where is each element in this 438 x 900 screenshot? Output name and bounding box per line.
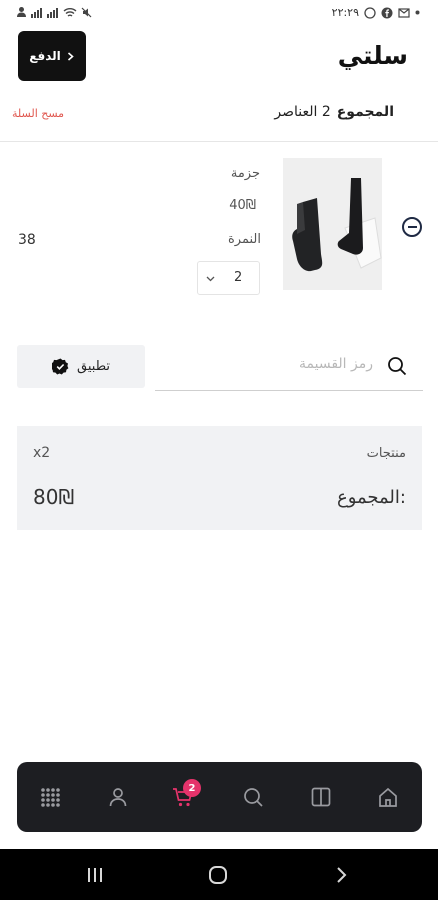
products-count: x2: [33, 445, 51, 461]
order-totals-card: منتجات x2 المجموع: 80₪: [17, 426, 422, 530]
product-price: 40₪: [229, 198, 256, 213]
verified-badge-icon: [52, 358, 69, 375]
dot-icon: [415, 10, 420, 15]
mail-icon: [398, 7, 410, 18]
mute-icon: [81, 7, 92, 17]
size-value: 38: [18, 232, 36, 248]
chevron-right-icon: [67, 51, 74, 61]
product-name: جزمة: [230, 166, 260, 181]
signal-icon: [31, 7, 43, 18]
coupon-field[interactable]: [155, 343, 423, 391]
products-label: منتجات: [366, 446, 406, 461]
search-icon: [388, 357, 407, 376]
nav-home-button[interactable]: [375, 784, 401, 810]
nav-menu-button[interactable]: [37, 784, 63, 810]
columns-icon: [311, 787, 331, 807]
whatsapp-icon: [364, 6, 376, 19]
page-title: سلتي: [337, 41, 408, 70]
recent-apps-icon: [88, 868, 102, 882]
cart-summary: المجموع 2 العناصر: [274, 104, 394, 120]
cart-count-badge: 2: [183, 779, 201, 797]
coupon-input[interactable]: [173, 356, 373, 372]
nav-categories-button[interactable]: [308, 784, 334, 810]
account-icon: [17, 7, 26, 17]
status-left: [16, 6, 92, 18]
wifi-icon: [63, 7, 77, 17]
summary-items-count: 2 العناصر: [274, 104, 331, 120]
status-right: ٢٢:٢٩: [332, 6, 420, 19]
search-icon: [244, 788, 263, 807]
status-time: ٢٢:٢٩: [331, 6, 359, 19]
remove-item-button[interactable]: [402, 217, 422, 237]
home-system-button[interactable]: [207, 865, 229, 885]
facebook-icon: [381, 7, 393, 18]
quantity-value: 2: [234, 270, 243, 285]
quantity-select[interactable]: 2: [197, 261, 260, 295]
summary-total-label: المجموع: [336, 104, 394, 120]
boot-image: [283, 158, 382, 290]
product-image[interactable]: [283, 158, 382, 290]
chevron-down-icon: [206, 276, 215, 282]
system-navigation-bar: [0, 849, 438, 900]
checkout-label: الدفع: [29, 49, 61, 63]
cart-summary-row: مسح السلة المجموع 2 العناصر: [0, 103, 438, 127]
divider: [0, 141, 438, 142]
bottom-navigation: 2: [17, 762, 422, 832]
nav-search-button[interactable]: [240, 784, 266, 810]
apply-label: تطبيق: [77, 359, 110, 374]
recent-apps-button[interactable]: [84, 865, 106, 885]
chevron-right-icon: [337, 867, 347, 883]
order-total-label: المجموع:: [336, 487, 406, 508]
status-bar: ٢٢:٢٩: [0, 0, 438, 28]
order-total-value: 80₪: [33, 485, 75, 509]
grid-icon: [41, 788, 60, 807]
signal-icon: [47, 7, 59, 18]
back-system-button[interactable]: [330, 865, 352, 885]
size-label: النمرة: [228, 232, 261, 247]
minus-icon: [407, 226, 417, 228]
clear-cart-link[interactable]: مسح السلة: [12, 107, 64, 120]
home-icon: [379, 787, 397, 807]
apply-coupon-button[interactable]: تطبيق: [17, 345, 145, 388]
nav-account-button[interactable]: [105, 784, 131, 810]
user-icon: [109, 788, 127, 807]
checkout-button[interactable]: الدفع: [18, 31, 86, 81]
home-circle-icon: [209, 866, 227, 884]
